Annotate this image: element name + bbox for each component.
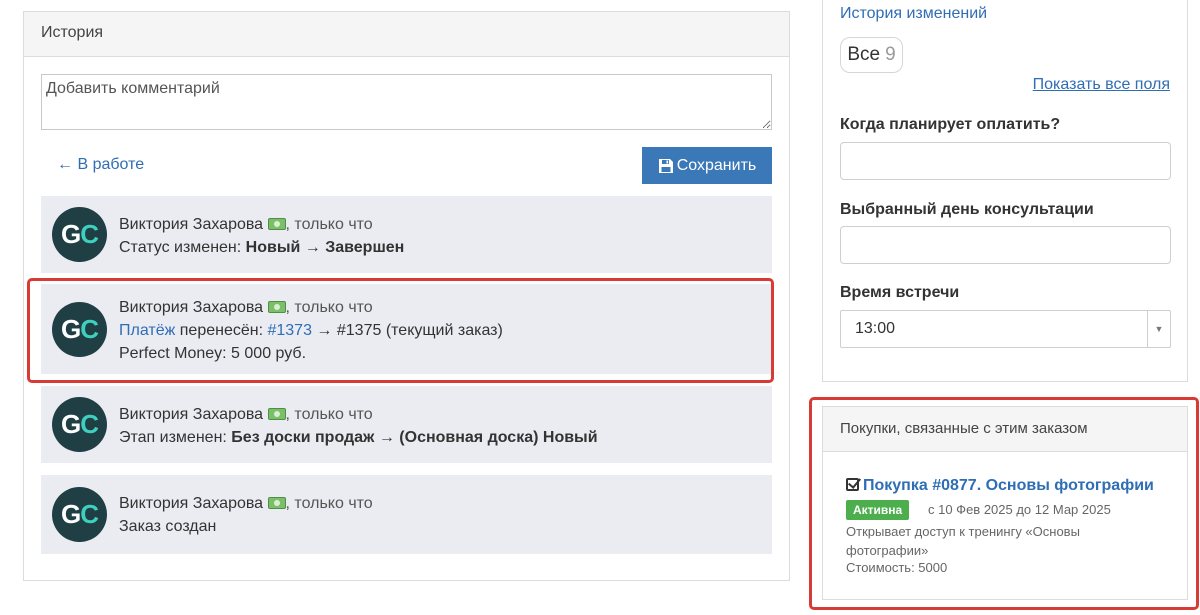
money-icon (267, 497, 286, 509)
history-entry: GC Виктория Захарова , только что Статус… (41, 196, 772, 273)
field-label: Выбранный день консультации (840, 201, 1094, 218)
chevron-down-icon: ▼ (1147, 311, 1170, 347)
history-entry: GC Виктория Захарова , только что Этап и… (41, 386, 772, 463)
entry-text: Статус изменен: (119, 239, 246, 256)
save-button-label: Сохранить (676, 156, 757, 174)
highlight-frame (27, 278, 774, 383)
field-label: Когда планирует оплатить? (840, 116, 1061, 133)
entry-time: , только что (285, 406, 373, 423)
entry-from: Без доски продаж (231, 429, 375, 446)
avatar: GC (52, 207, 107, 262)
entry-time: , только что (285, 495, 373, 512)
filter-all-chip[interactable]: Все 9 (840, 37, 903, 73)
chip-count: 9 (885, 44, 896, 65)
entry-text: Заказ создан (119, 518, 217, 535)
change-history-link[interactable]: История изменений (840, 5, 987, 23)
back-to-in-work-link[interactable]: ← В работе (57, 156, 144, 174)
avatar: GC (52, 397, 107, 452)
avatar: GC (52, 487, 107, 542)
entry-arrow: → (374, 429, 400, 446)
save-button[interactable]: Сохранить (642, 147, 772, 184)
entry-author: Виктория Захарова (119, 216, 264, 233)
history-title: История (24, 12, 789, 57)
entry-to: Завершен (325, 239, 405, 256)
consultation-day-input[interactable] (840, 226, 1171, 264)
entry-author: Виктория Захарова (119, 495, 264, 512)
entry-arrow: → (300, 239, 326, 256)
entry-text: Этап изменен: (119, 429, 232, 446)
meeting-time-value: 13:00 (855, 320, 896, 337)
show-all-fields-link[interactable]: Показать все поля (1033, 76, 1170, 94)
money-icon (267, 408, 286, 420)
entry-from: Новый (245, 239, 301, 256)
entry-to: (Основная доска) Новый (399, 429, 598, 446)
planned-payment-input[interactable] (840, 142, 1171, 180)
history-entry: GC Виктория Захарова , только что Заказ … (41, 475, 772, 554)
meeting-time-select[interactable]: 13:00 ▼ (840, 310, 1171, 348)
field-label: Время встречи (840, 284, 960, 301)
comment-input[interactable] (41, 74, 772, 130)
entry-author: Виктория Захарова (119, 406, 264, 423)
chip-label: Все (847, 44, 881, 65)
highlight-frame (809, 397, 1199, 610)
entry-time: , только что (285, 216, 373, 233)
floppy-disk-icon (658, 158, 673, 173)
money-icon (267, 218, 286, 230)
